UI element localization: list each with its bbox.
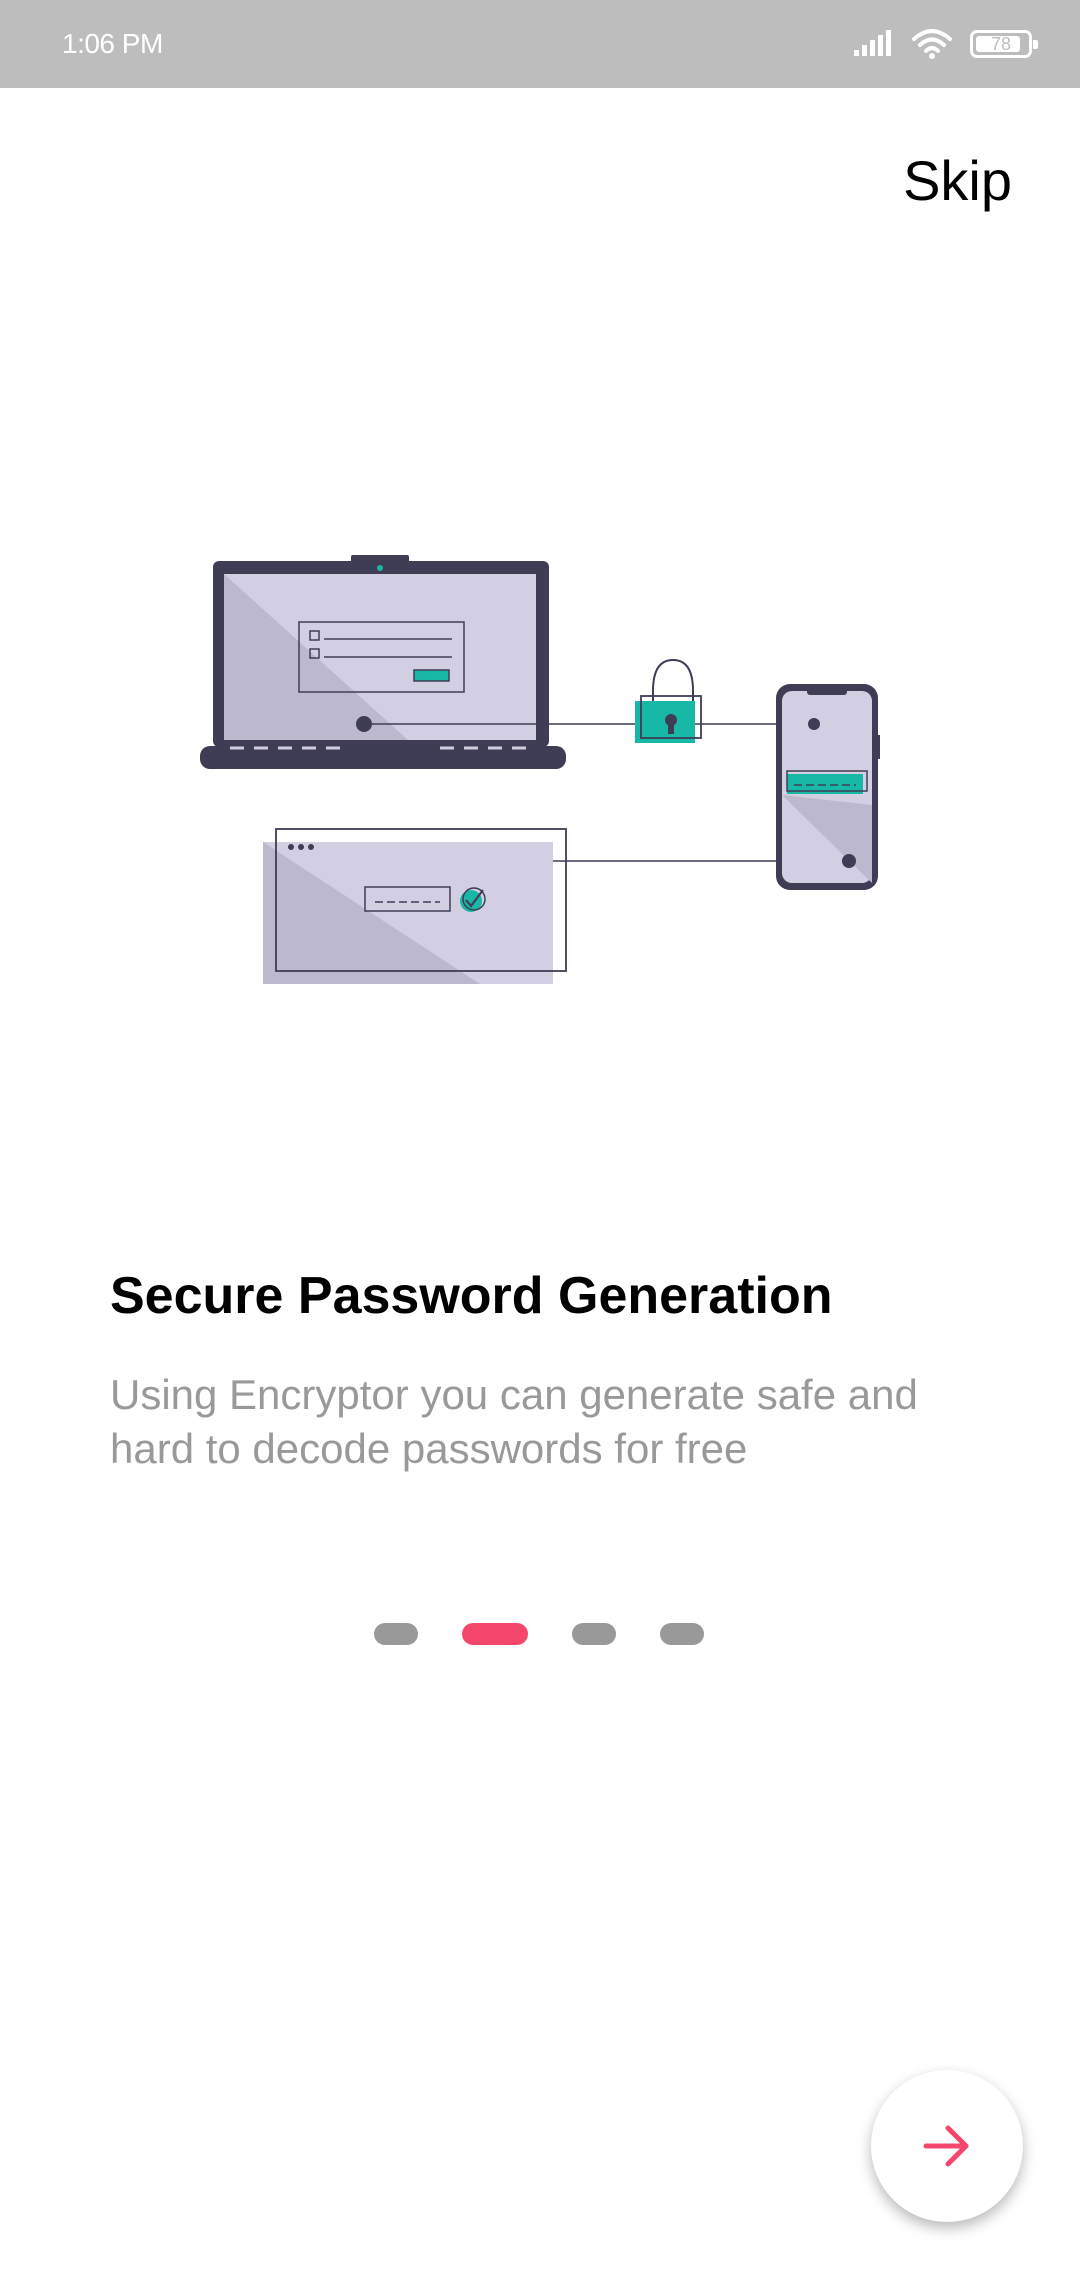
secure-password-illustration	[200, 555, 880, 984]
page-indicator	[374, 1623, 704, 1645]
phone-graphic	[776, 684, 880, 890]
page-dot-3	[572, 1623, 616, 1645]
padlock-graphic	[635, 658, 702, 743]
wifi-icon	[912, 29, 952, 59]
page-dot-4	[660, 1623, 704, 1645]
battery-percent: 78	[990, 33, 1012, 54]
arrow-right-icon	[923, 2125, 969, 2167]
signal-icon	[854, 30, 891, 56]
page-dot-2-active	[462, 1623, 528, 1645]
browser-graphic	[263, 828, 567, 984]
page-dot-1	[374, 1623, 418, 1645]
onboarding-title: Secure Password Generation	[110, 1267, 833, 1325]
battery-icon: 78	[970, 30, 1038, 58]
onboarding-description: Using Encryptor you can generate safe an…	[110, 1371, 918, 1472]
status-icons: 78	[852, 24, 1038, 64]
laptop-graphic	[200, 555, 566, 769]
status-bar: 1:06 PM 78	[0, 0, 1080, 88]
skip-button[interactable]: Skip	[903, 148, 1012, 213]
status-time: 1:06 PM	[62, 28, 163, 59]
next-button[interactable]	[871, 2070, 1023, 2222]
